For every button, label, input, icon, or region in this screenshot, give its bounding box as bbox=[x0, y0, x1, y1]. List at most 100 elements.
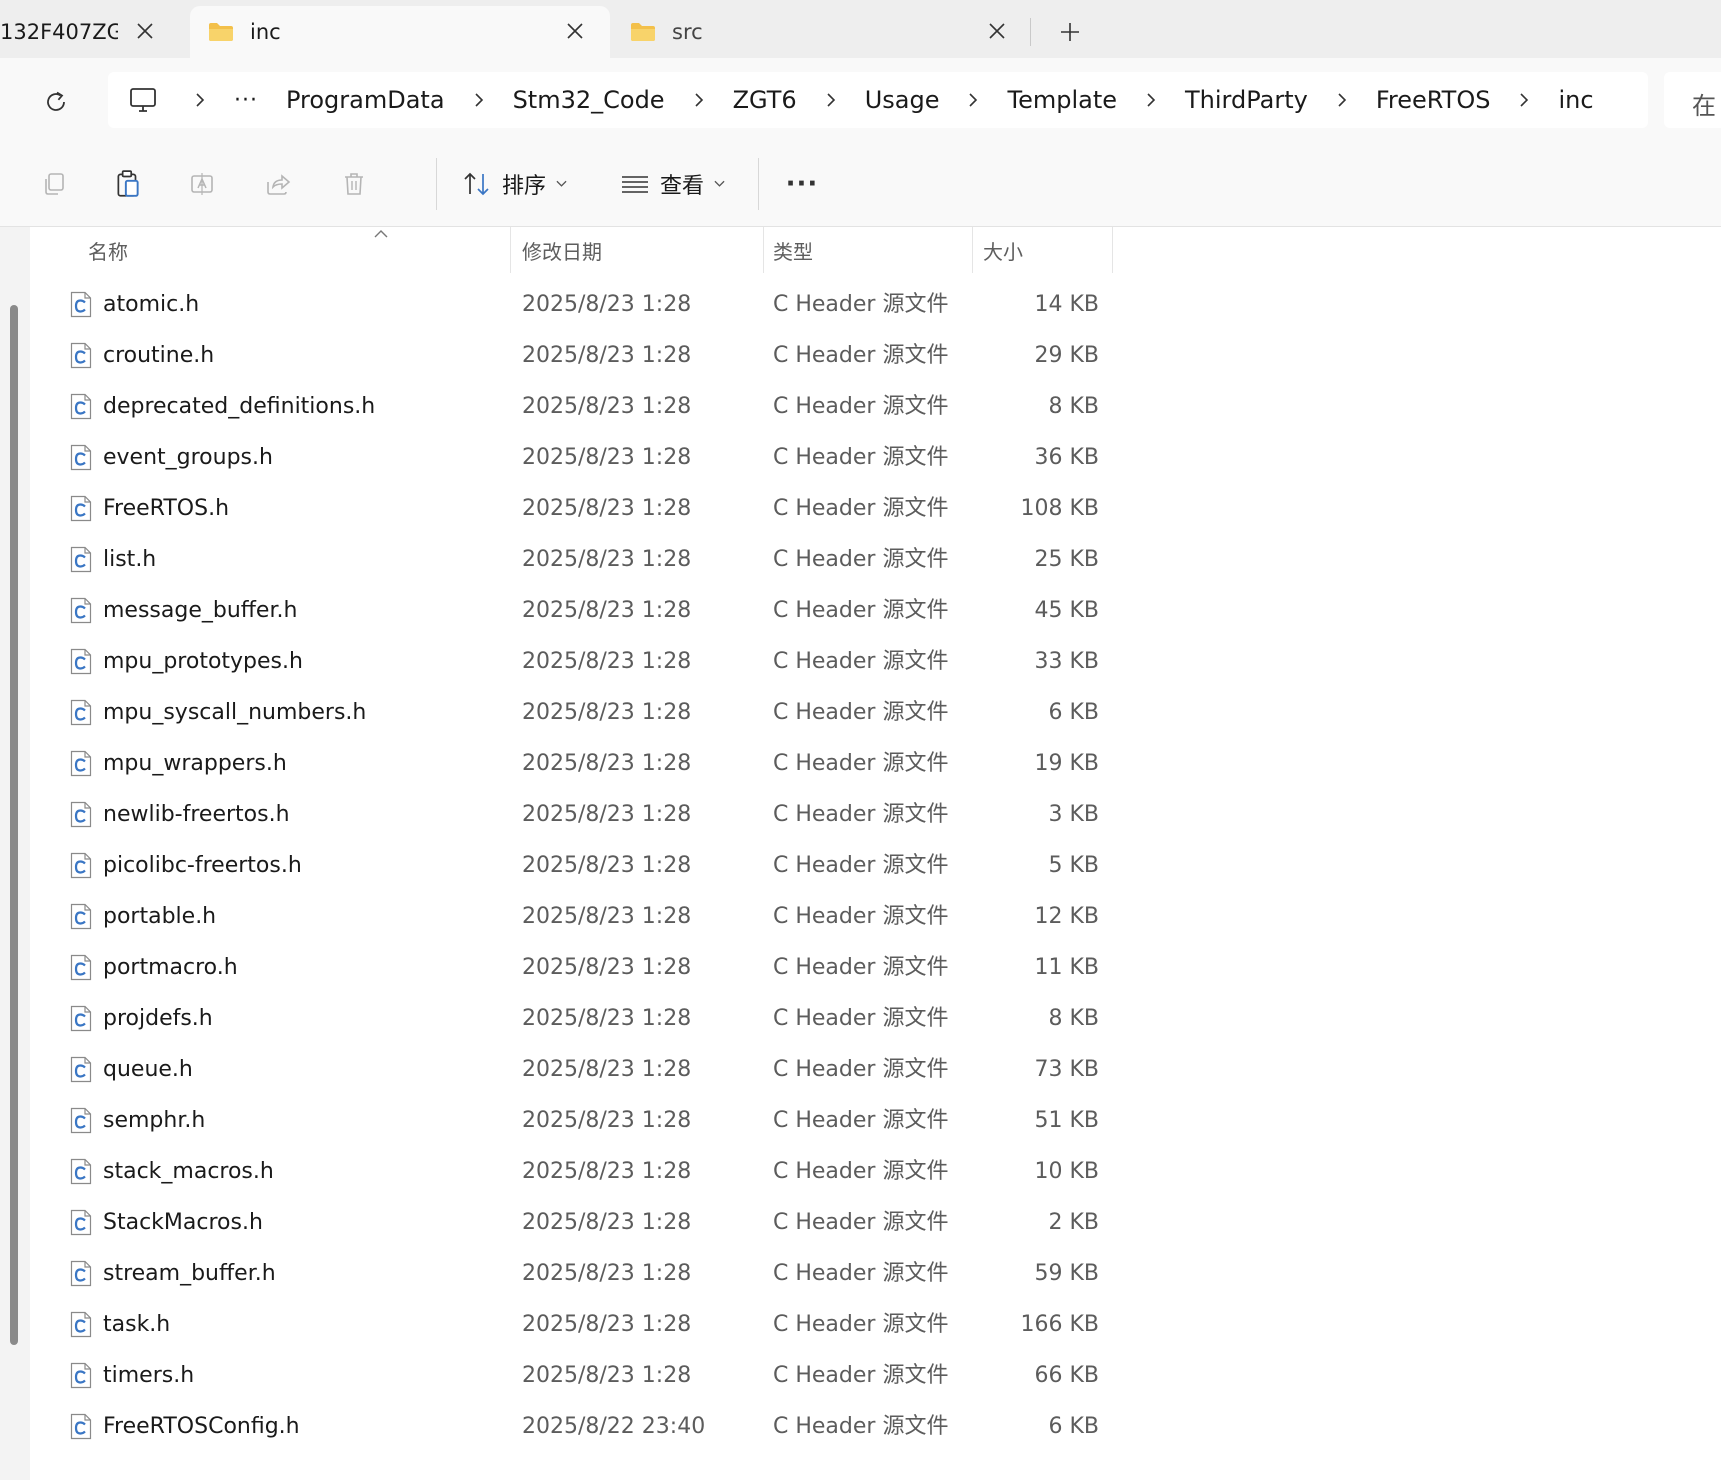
search-input[interactable]: 在 bbox=[1664, 72, 1721, 128]
file-type: C Header 源文件 bbox=[773, 1057, 949, 1082]
file-row[interactable]: croutine.h 2025/8/23 1:28 C Header 源文件 2… bbox=[0, 330, 1120, 381]
file-type: C Header 源文件 bbox=[773, 496, 949, 521]
file-row[interactable]: timers.h 2025/8/23 1:28 C Header 源文件 66 … bbox=[0, 1350, 1120, 1401]
file-type: C Header 源文件 bbox=[773, 1261, 949, 1286]
column-separator[interactable] bbox=[510, 227, 511, 273]
tab-src[interactable]: src bbox=[612, 6, 1032, 58]
address-bar[interactable]: ··· ProgramData Stm32_Code ZGT6 Usage Te… bbox=[108, 72, 1648, 128]
breadcrumb: ··· ProgramData Stm32_Code ZGT6 Usage Te… bbox=[180, 72, 1608, 128]
file-row[interactable]: atomic.h 2025/8/23 1:28 C Header 源文件 14 … bbox=[0, 279, 1120, 330]
breadcrumb-item-usage[interactable]: Usage bbox=[851, 72, 954, 128]
new-tab-button[interactable] bbox=[1050, 12, 1090, 52]
file-size: 59 KB bbox=[1034, 1261, 1099, 1286]
tab-inc[interactable]: inc bbox=[190, 6, 610, 58]
file-row[interactable]: FreeRTOSConfig.h 2025/8/22 23:40 C Heade… bbox=[0, 1401, 1120, 1452]
breadcrumb-item-thirdparty[interactable]: ThirdParty bbox=[1171, 72, 1322, 128]
column-separator[interactable] bbox=[1112, 227, 1113, 273]
file-row[interactable]: stack_macros.h 2025/8/23 1:28 C Header 源… bbox=[0, 1146, 1120, 1197]
file-modified-date: 2025/8/23 1:28 bbox=[522, 1108, 692, 1133]
file-modified-date: 2025/8/23 1:28 bbox=[522, 802, 692, 827]
share-icon bbox=[267, 174, 291, 195]
file-modified-date: 2025/8/23 1:28 bbox=[522, 1261, 692, 1286]
breadcrumb-item-freertos[interactable]: FreeRTOS bbox=[1362, 72, 1505, 128]
chevron-right-icon[interactable] bbox=[953, 92, 993, 108]
tab-strip: 132F407ZG-S inc src bbox=[0, 0, 1721, 58]
file-modified-date: 2025/8/23 1:28 bbox=[522, 1057, 692, 1082]
file-row[interactable]: StackMacros.h 2025/8/23 1:28 C Header 源文… bbox=[0, 1197, 1120, 1248]
breadcrumb-overflow[interactable]: ··· bbox=[220, 88, 272, 113]
file-size: 8 KB bbox=[1048, 394, 1099, 419]
file-row[interactable]: queue.h 2025/8/23 1:28 C Header 源文件 73 K… bbox=[0, 1044, 1120, 1095]
file-row[interactable]: portable.h 2025/8/23 1:28 C Header 源文件 1… bbox=[0, 891, 1120, 942]
refresh-button[interactable] bbox=[36, 82, 76, 122]
breadcrumb-item-zgt6[interactable]: ZGT6 bbox=[719, 72, 811, 128]
file-row[interactable]: semphr.h 2025/8/23 1:28 C Header 源文件 51 … bbox=[0, 1095, 1120, 1146]
file-modified-date: 2025/8/23 1:28 bbox=[522, 904, 692, 929]
chevron-down-icon bbox=[556, 180, 567, 187]
delete-button[interactable] bbox=[332, 162, 376, 206]
breadcrumb-item-template[interactable]: Template bbox=[993, 72, 1131, 128]
file-row[interactable]: projdefs.h 2025/8/23 1:28 C Header 源文件 8… bbox=[0, 993, 1120, 1044]
column-separator[interactable] bbox=[972, 227, 973, 273]
c-header-file-icon bbox=[70, 1260, 92, 1287]
file-type: C Header 源文件 bbox=[773, 955, 949, 980]
breadcrumb-item-stm32-code[interactable]: Stm32_Code bbox=[499, 72, 679, 128]
chevron-right-icon[interactable] bbox=[459, 92, 499, 108]
file-size: 33 KB bbox=[1034, 649, 1099, 674]
column-header-name[interactable]: 名称 bbox=[88, 227, 508, 273]
chevron-right-icon[interactable] bbox=[1131, 92, 1171, 108]
file-row[interactable]: mpu_syscall_numbers.h 2025/8/23 1:28 C H… bbox=[0, 687, 1120, 738]
chevron-right-icon[interactable] bbox=[679, 92, 719, 108]
file-row[interactable]: event_groups.h 2025/8/23 1:28 C Header 源… bbox=[0, 432, 1120, 483]
breadcrumb-item-programdata[interactable]: ProgramData bbox=[272, 72, 459, 128]
column-header-date[interactable]: 修改日期 bbox=[522, 227, 762, 273]
close-icon[interactable] bbox=[132, 18, 158, 44]
file-row[interactable]: stream_buffer.h 2025/8/23 1:28 C Header … bbox=[0, 1248, 1120, 1299]
paste-button[interactable] bbox=[106, 162, 150, 206]
column-separator[interactable] bbox=[763, 227, 764, 273]
chevron-right-icon[interactable] bbox=[180, 92, 220, 108]
file-type: C Header 源文件 bbox=[773, 1414, 949, 1439]
share-button[interactable] bbox=[256, 162, 300, 206]
computer-icon[interactable] bbox=[128, 85, 158, 115]
file-row[interactable]: mpu_wrappers.h 2025/8/23 1:28 C Header 源… bbox=[0, 738, 1120, 789]
tab-132f407zg[interactable]: 132F407ZG-S bbox=[0, 6, 180, 58]
chevron-right-icon[interactable] bbox=[1322, 92, 1362, 108]
sort-ascending-icon bbox=[374, 230, 388, 238]
file-row[interactable]: newlib-freertos.h 2025/8/23 1:28 C Heade… bbox=[0, 789, 1120, 840]
toolbar-divider bbox=[758, 158, 759, 210]
chevron-right-icon[interactable] bbox=[811, 92, 851, 108]
file-modified-date: 2025/8/23 1:28 bbox=[522, 751, 692, 776]
file-type: C Header 源文件 bbox=[773, 598, 949, 623]
column-header-type[interactable]: 类型 bbox=[773, 227, 973, 273]
breadcrumb-item-inc[interactable]: inc bbox=[1544, 72, 1607, 128]
close-icon[interactable] bbox=[984, 18, 1010, 44]
file-row[interactable]: picolibc-freertos.h 2025/8/23 1:28 C Hea… bbox=[0, 840, 1120, 891]
copy-button[interactable] bbox=[32, 162, 76, 206]
file-size: 36 KB bbox=[1034, 445, 1099, 470]
file-row[interactable]: portmacro.h 2025/8/23 1:28 C Header 源文件 … bbox=[0, 942, 1120, 993]
view-button[interactable]: 查看 bbox=[620, 162, 725, 206]
file-row[interactable]: list.h 2025/8/23 1:28 C Header 源文件 25 KB bbox=[0, 534, 1120, 585]
file-modified-date: 2025/8/23 1:28 bbox=[522, 292, 692, 317]
column-header-label: 大小 bbox=[983, 239, 1023, 264]
file-row[interactable]: FreeRTOS.h 2025/8/23 1:28 C Header 源文件 1… bbox=[0, 483, 1120, 534]
rename-button[interactable] bbox=[180, 162, 224, 206]
file-row[interactable]: deprecated_definitions.h 2025/8/23 1:28 … bbox=[0, 381, 1120, 432]
file-name: queue.h bbox=[103, 1057, 193, 1082]
file-name: list.h bbox=[103, 547, 157, 572]
sort-button[interactable]: 排序 bbox=[462, 162, 567, 206]
close-icon[interactable] bbox=[562, 18, 588, 44]
file-row[interactable]: mpu_prototypes.h 2025/8/23 1:28 C Header… bbox=[0, 636, 1120, 687]
file-row[interactable]: task.h 2025/8/23 1:28 C Header 源文件 166 K… bbox=[0, 1299, 1120, 1350]
file-modified-date: 2025/8/23 1:28 bbox=[522, 445, 692, 470]
file-type: C Header 源文件 bbox=[773, 1006, 949, 1031]
chevron-right-icon[interactable] bbox=[1504, 92, 1544, 108]
file-row[interactable]: message_buffer.h 2025/8/23 1:28 C Header… bbox=[0, 585, 1120, 636]
rename-icon bbox=[191, 173, 213, 195]
more-options-button[interactable]: ··· bbox=[780, 162, 824, 206]
column-header-size[interactable]: 大小 bbox=[983, 227, 1108, 273]
file-name: portable.h bbox=[103, 904, 217, 929]
file-type: C Header 源文件 bbox=[773, 1159, 949, 1184]
file-size: 73 KB bbox=[1034, 1057, 1099, 1082]
